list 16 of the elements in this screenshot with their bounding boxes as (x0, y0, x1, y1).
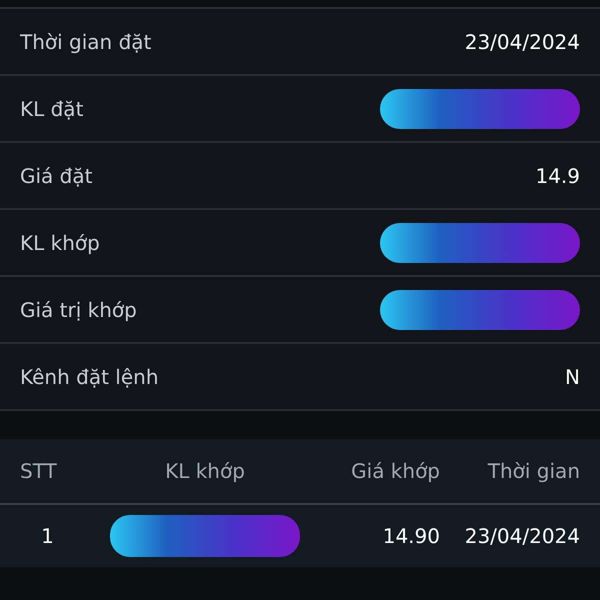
field-value: N (565, 364, 580, 388)
table-cell: 23/04/2024 (464, 524, 580, 548)
field-label: KL khớp (20, 230, 100, 254)
field-value: 14.9 (535, 164, 580, 188)
column-header: Thời gian (486, 459, 580, 483)
table-cell: 14.90 (382, 524, 440, 548)
column-header: STT (20, 459, 58, 483)
column-header: KL khớp (164, 459, 246, 483)
column-header: Giá khớp (350, 459, 440, 483)
field-label: Giá đặt (20, 164, 92, 188)
table-cell: 1 (41, 524, 54, 548)
field-value: 23/04/2024 (464, 30, 580, 54)
field-label: Thời gian đặt (20, 30, 152, 54)
field-label: Giá trị khớp (20, 298, 137, 322)
field-label: KL đặt (20, 96, 84, 120)
field-label: Kênh đặt lệnh (20, 364, 158, 388)
